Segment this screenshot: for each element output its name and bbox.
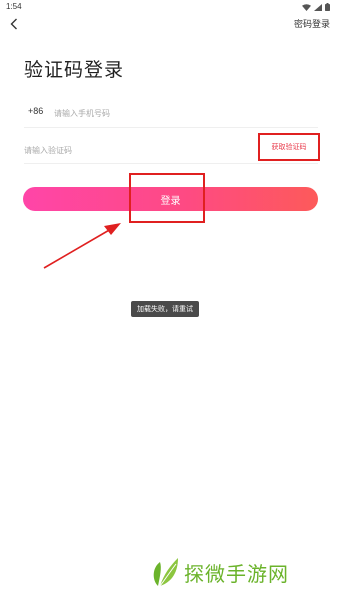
wifi-icon — [302, 3, 311, 11]
status-time: 1:54 — [6, 2, 22, 11]
password-login-link[interactable]: 密码登录 — [294, 17, 330, 30]
back-button[interactable] — [4, 14, 24, 34]
status-icons — [302, 3, 330, 11]
code-row: 获取验证码 — [24, 133, 320, 164]
phone-input[interactable] — [54, 104, 304, 122]
chevron-left-icon — [10, 18, 17, 30]
watermark: 探微手游网 — [150, 556, 289, 588]
toast-message: 加载失败，请重试 — [131, 301, 199, 317]
login-label: 登录 — [160, 195, 181, 207]
country-code[interactable]: +86 — [28, 106, 43, 116]
watermark-text: 探微手游网 — [184, 561, 289, 586]
toast-text: 加载失败，请重试 — [137, 305, 193, 313]
login-button[interactable]: 登录 — [23, 187, 318, 211]
battery-icon — [325, 3, 330, 11]
phone-row: +86 — [24, 100, 318, 128]
get-code-label: 获取验证码 — [271, 143, 307, 151]
status-bar: 1:54 — [0, 0, 338, 14]
get-code-button[interactable]: 获取验证码 — [258, 133, 320, 161]
page-title: 验证码登录 — [24, 59, 125, 81]
annotation-arrow-icon — [43, 223, 121, 269]
signal-icon — [314, 3, 322, 11]
leaf-logo-icon — [153, 558, 178, 587]
code-input[interactable] — [24, 141, 224, 159]
